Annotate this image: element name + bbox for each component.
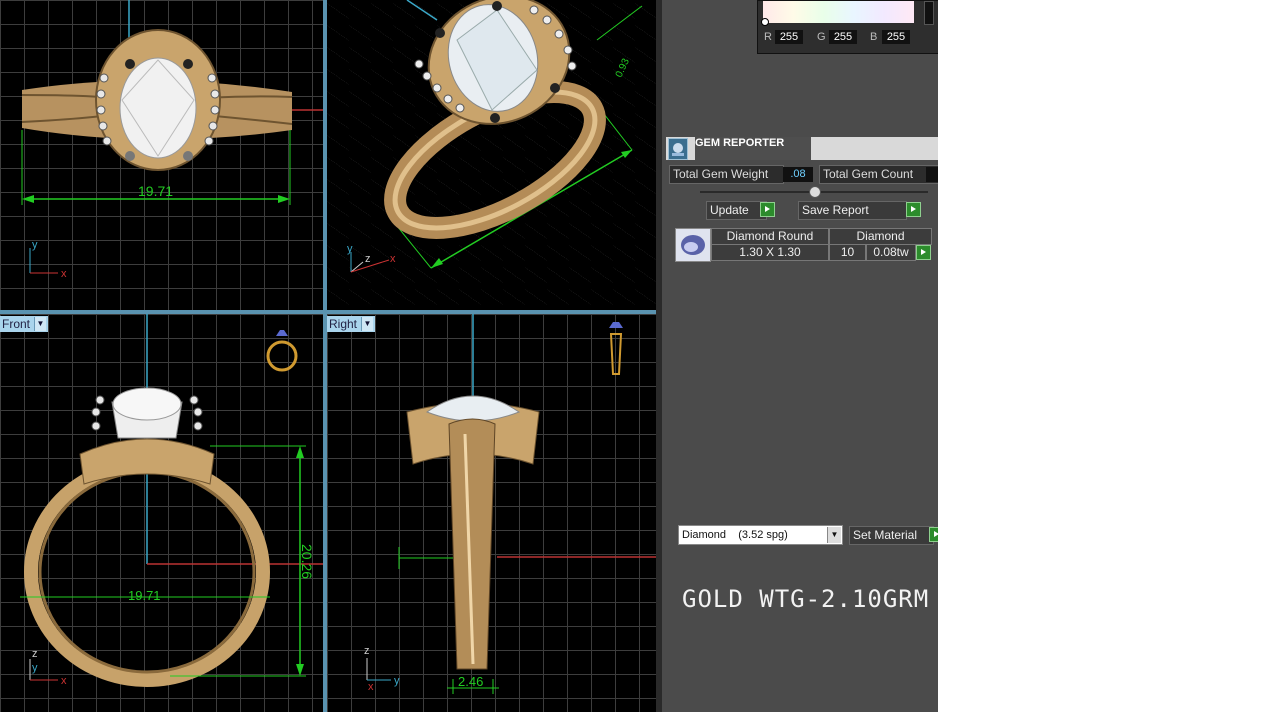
svg-text:x: x: [61, 675, 67, 687]
gold-weight-note: GOLD WTG-2.10GRM: [682, 585, 930, 613]
svg-text:y: y: [347, 243, 353, 255]
viewport-divider-horizontal[interactable]: [0, 310, 656, 314]
ring-side-icon: [609, 333, 623, 375]
save-report-go-icon[interactable]: [906, 202, 921, 217]
g-label: G: [817, 31, 826, 43]
gem-list: [668, 222, 938, 518]
diamond-thumbnail-icon[interactable]: [675, 228, 711, 262]
total-gem-weight-label: Total Gem Weight: [669, 165, 784, 184]
svg-text:y: y: [32, 662, 38, 674]
chevron-down-icon[interactable]: ▼: [827, 527, 841, 543]
gem-reporter-header: GEM REPORTER: [666, 137, 938, 160]
color-cursor[interactable]: [761, 18, 769, 26]
right-view-selector[interactable]: Right ▼: [327, 316, 376, 332]
svg-text:y: y: [394, 675, 400, 687]
svg-text:z: z: [32, 648, 38, 660]
b-value-field[interactable]: 255: [882, 30, 910, 44]
r-value-field[interactable]: 255: [775, 30, 803, 44]
color-picker: R 255 G 255 B 255: [757, 0, 938, 54]
gem-reporter-title: GEM REPORTER: [695, 137, 811, 160]
svg-text:x: x: [61, 268, 67, 280]
right-dimension-width: 2.46: [458, 674, 483, 689]
chevron-down-icon[interactable]: ▼: [361, 317, 374, 331]
gem-cut-cell: Diamond Round: [711, 228, 829, 245]
g-value-field[interactable]: 255: [829, 30, 857, 44]
update-go-icon[interactable]: [760, 202, 775, 217]
svg-text:x: x: [368, 681, 374, 693]
set-material-go-icon[interactable]: [929, 527, 938, 542]
persp-dimension-b: 0.93: [614, 57, 632, 80]
color-spectrum[interactable]: [763, 1, 914, 23]
update-button[interactable]: Update: [706, 201, 767, 220]
svg-text:z: z: [365, 253, 371, 265]
matrix-workspace: 19.71 y x 19.71 0.93 y z x 19.71 20.26 z…: [0, 0, 938, 712]
front-view-selector[interactable]: Front ▼: [0, 316, 49, 332]
gem-row-go-icon[interactable]: [916, 245, 931, 260]
svg-text:x: x: [390, 253, 396, 265]
top-viewport[interactable]: 19.71 y x: [0, 0, 323, 310]
svg-text:y: y: [32, 239, 38, 251]
r-label: R: [764, 31, 772, 43]
gem-count-cell: 10: [829, 244, 866, 261]
ring-orientation-icon: [266, 340, 298, 372]
material-select[interactable]: Diamond (3.52 spg) ▼: [678, 525, 843, 545]
gem-reporter-icon: [668, 138, 688, 160]
gem-material-cell: Diamond: [829, 228, 932, 245]
chevron-down-icon[interactable]: ▼: [34, 317, 47, 331]
front-dimension-width: 19.71: [128, 588, 161, 603]
total-gem-count-value: [926, 167, 938, 182]
color-slider[interactable]: [924, 1, 934, 25]
divider-slider-handle[interactable]: [809, 186, 821, 198]
set-material-button[interactable]: Set Material: [849, 526, 934, 545]
viewport-divider-vertical[interactable]: [323, 0, 327, 712]
top-dimension-label: 19.71: [138, 183, 173, 199]
perspective-viewport[interactable]: 19.71 0.93 y z x: [327, 0, 656, 310]
gem-size-cell: 1.30 X 1.30: [711, 244, 829, 261]
front-viewport[interactable]: 19.71 20.26 z y x Front ▼: [0, 314, 323, 712]
total-gem-weight-value: .08: [783, 167, 813, 182]
b-label: B: [870, 31, 878, 43]
right-viewport[interactable]: 2.46 z x y Right ▼: [327, 314, 656, 712]
front-dimension-height: 20.26: [299, 544, 315, 579]
save-report-button[interactable]: Save Report: [798, 201, 907, 220]
gem-weight-cell: 0.08tw: [866, 244, 916, 261]
total-gem-count-label: Total Gem Count: [819, 165, 938, 184]
svg-text:z: z: [364, 645, 370, 657]
